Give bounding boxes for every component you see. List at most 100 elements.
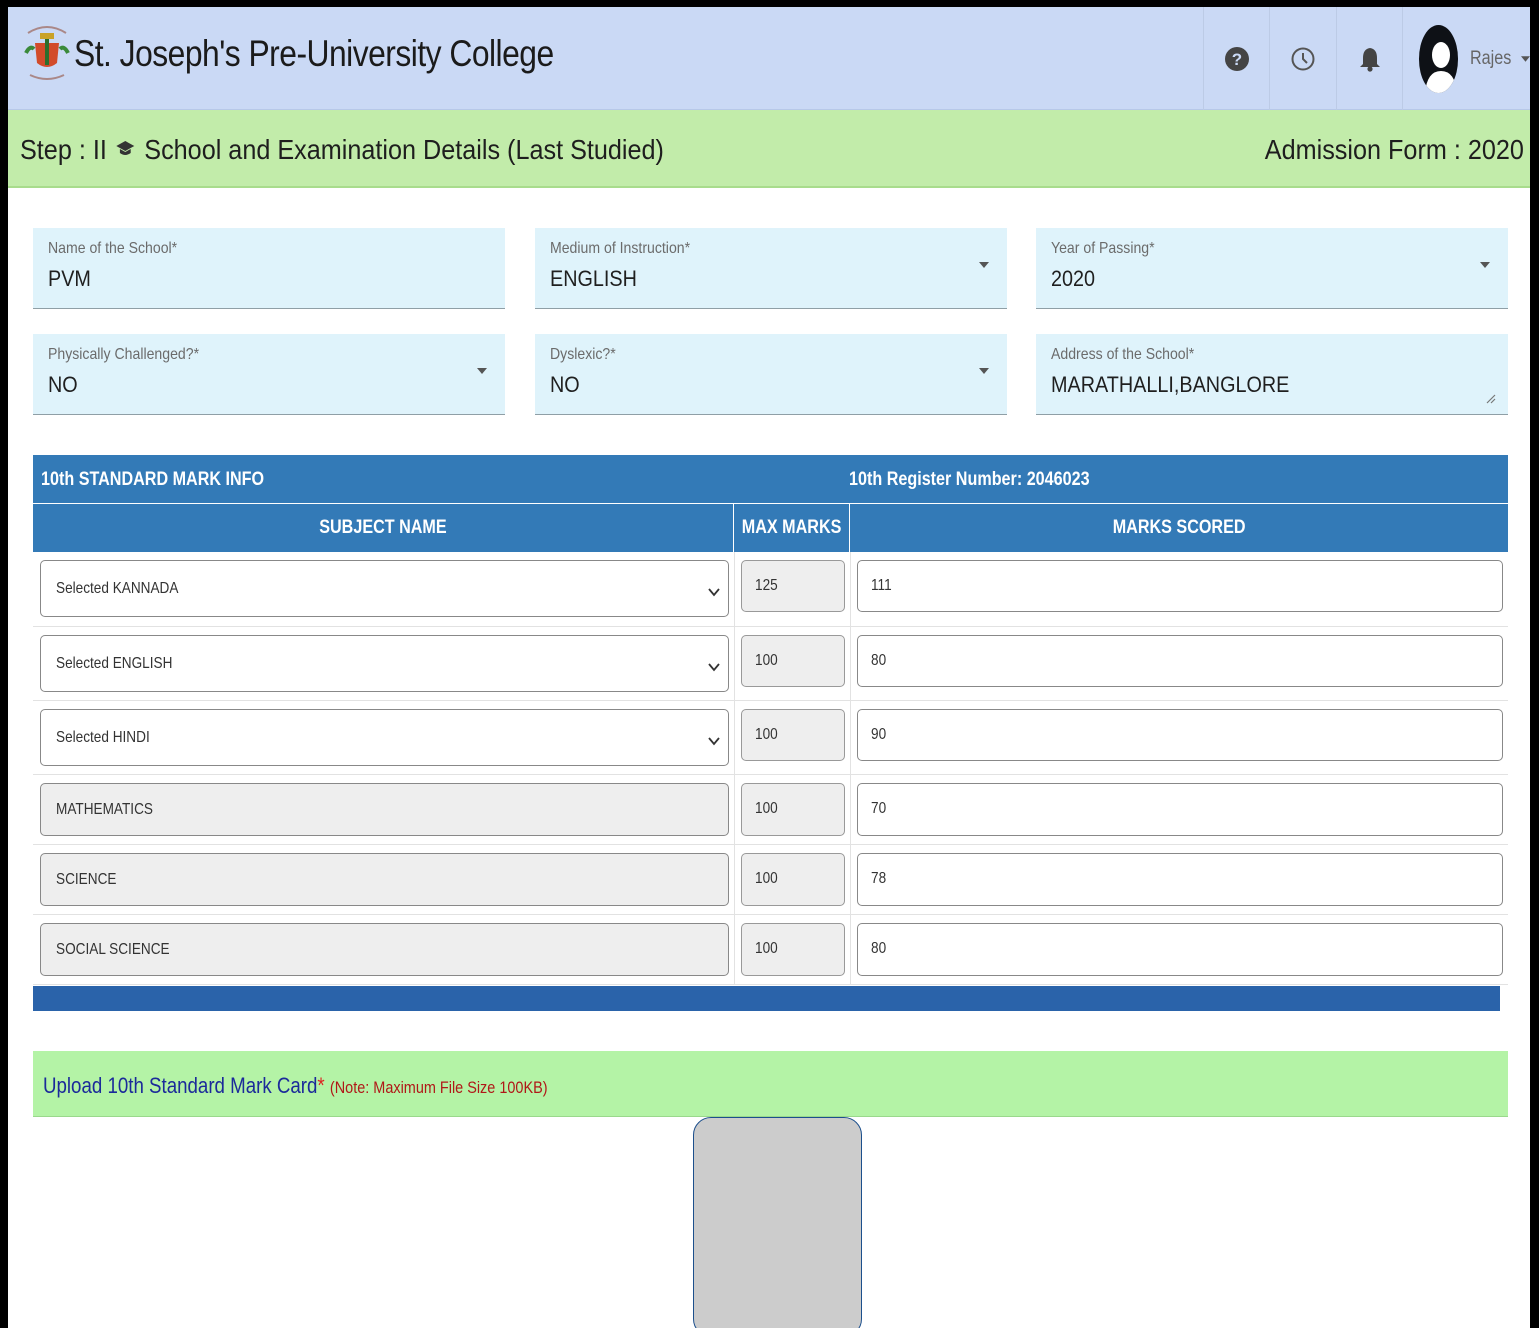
chevron-down-icon [708,736,720,745]
upload-title-text: Upload 10th Standard Mark Card [43,1073,318,1098]
school-name-label: Name of the School* [48,240,178,257]
subject-field: MATHEMATICS [40,783,729,836]
chevron-down-icon [708,587,720,596]
dropdown-caret-icon [1480,262,1490,268]
table-row: Selected ENGLISH 100 80 [33,627,1508,701]
dyslexic-select[interactable]: Dyslexic?* NO [535,334,1007,415]
chevron-down-icon [1521,55,1530,62]
step-name: School and Examination Details (Last Stu… [144,134,664,165]
marks-scored-value: 80 [871,652,887,669]
step-label: Step : II [20,134,107,165]
physically-challenged-label: Physically Challenged?* [48,346,200,363]
step-title: Step : II School and Examination Details… [20,134,664,166]
avatar [1419,24,1459,93]
upload-title: Upload 10th Standard Mark Card* (Note: M… [43,1073,548,1099]
marks-scored-input[interactable]: 80 [857,635,1503,687]
subject-name: Selected HINDI [56,728,150,746]
marks-scored-input[interactable]: 78 [857,853,1503,906]
subject-select[interactable]: Selected ENGLISH [40,635,729,692]
college-logo-icon [24,26,70,80]
svg-text:?: ? [1231,50,1241,69]
marks-table-title-row: 10th STANDARD MARK INFO 10th Register Nu… [33,455,1508,503]
school-address-value: MARATHALLI,BANGLORE [1051,372,1290,397]
graduation-cap-icon [116,141,135,155]
medium-value: ENGLISH [550,266,637,291]
marks-scored-value: 78 [871,870,887,887]
max-marks-value: 125 [755,577,778,594]
school-name-value: PVM [48,266,91,291]
max-marks-field: 100 [741,853,845,906]
chevron-down-icon [708,662,720,671]
bell-icon [1359,47,1380,72]
top-navbar: St. Joseph's Pre-University College ? Ra… [8,7,1530,110]
subject-name: SOCIAL SCIENCE [56,940,170,958]
column-header-marks-scored: MARKS SCORED [1112,517,1246,538]
subject-name: Selected ENGLISH [56,654,173,672]
school-address-label: Address of the School* [1051,346,1195,363]
required-asterisk: * [317,1073,325,1098]
column-header-subject: SUBJECT NAME [33,504,734,552]
max-marks-field: 125 [741,560,845,612]
upload-note: (Note: Maximum File Size 100KB) [329,1078,548,1097]
user-menu[interactable]: Rajes [1402,7,1530,110]
year-of-passing-select[interactable]: Year of Passing* 2020 [1036,228,1508,309]
max-marks-value: 100 [755,800,778,817]
dropdown-caret-icon [477,368,487,374]
help-icon: ? [1224,46,1249,71]
year-of-passing-value: 2020 [1051,266,1096,291]
college-name: St. Joseph's Pre-University College [74,33,554,74]
marks-scored-input[interactable]: 80 [857,923,1503,976]
table-row: Selected KANNADA 125 111 [33,552,1508,627]
dyslexic-value: NO [550,372,580,397]
max-marks-value: 100 [755,652,778,669]
user-name: Rajes [1470,47,1512,69]
subject-field: SCIENCE [40,853,729,906]
school-name-field[interactable]: Name of the School* PVM [33,228,505,309]
max-marks-field: 100 [741,923,845,976]
year-of-passing-label: Year of Passing* [1051,240,1155,257]
max-marks-value: 100 [755,940,778,957]
register-number: 10th Register Number: 2046023 [849,469,1090,490]
table-row: SOCIAL SCIENCE 100 80 [33,915,1508,985]
dropdown-caret-icon [979,262,989,268]
table-row: SCIENCE 100 78 [33,845,1508,915]
marks-scored-input[interactable]: 70 [857,783,1503,836]
school-address-textarea[interactable]: Address of the School* MARATHALLI,BANGLO… [1036,334,1508,415]
max-marks-field: 100 [741,635,845,687]
subject-select[interactable]: Selected HINDI [40,709,729,766]
notifications-button[interactable] [1336,7,1402,110]
subject-name: SCIENCE [56,870,117,888]
mark-card-upload-box[interactable] [693,1117,862,1328]
subject-select[interactable]: Selected KANNADA [40,560,729,617]
marks-scored-input[interactable]: 111 [857,560,1503,612]
marks-scored-value: 111 [871,577,892,594]
table-row: Selected HINDI 100 90 [33,701,1508,775]
max-marks-field: 100 [741,783,845,836]
marks-scored-value: 70 [871,800,887,817]
subject-field: SOCIAL SCIENCE [40,923,729,976]
max-marks-field: 100 [741,709,845,761]
dyslexic-label: Dyslexic?* [550,346,616,363]
physically-challenged-value: NO [48,372,78,397]
physically-challenged-select[interactable]: Physically Challenged?* NO [33,334,505,415]
table-row: MATHEMATICS 100 70 [33,775,1508,845]
marks-scored-value: 90 [871,726,887,743]
admission-form-label: Admission Form : 2020 [1264,134,1524,165]
medium-label: Medium of Instruction* [550,240,691,257]
subject-name: Selected KANNADA [56,579,179,597]
help-button[interactable]: ? [1203,7,1269,110]
upload-mark-card-header: Upload 10th Standard Mark Card* (Note: M… [33,1051,1508,1117]
resize-handle-icon[interactable] [1484,392,1496,404]
step-header: Step : II School and Examination Details… [8,110,1530,188]
column-header-max-marks: MAX MARKS [734,504,850,552]
marks-table-footer [33,986,1500,1011]
user-silhouette-icon [1425,41,1457,93]
max-marks-value: 100 [755,870,778,887]
medium-select[interactable]: Medium of Instruction* ENGLISH [535,228,1007,309]
max-marks-value: 100 [755,726,778,743]
history-button[interactable] [1269,7,1335,110]
dropdown-caret-icon [979,368,989,374]
marks-scored-input[interactable]: 90 [857,709,1503,761]
subject-name: MATHEMATICS [56,800,153,818]
clock-icon [1291,47,1314,70]
